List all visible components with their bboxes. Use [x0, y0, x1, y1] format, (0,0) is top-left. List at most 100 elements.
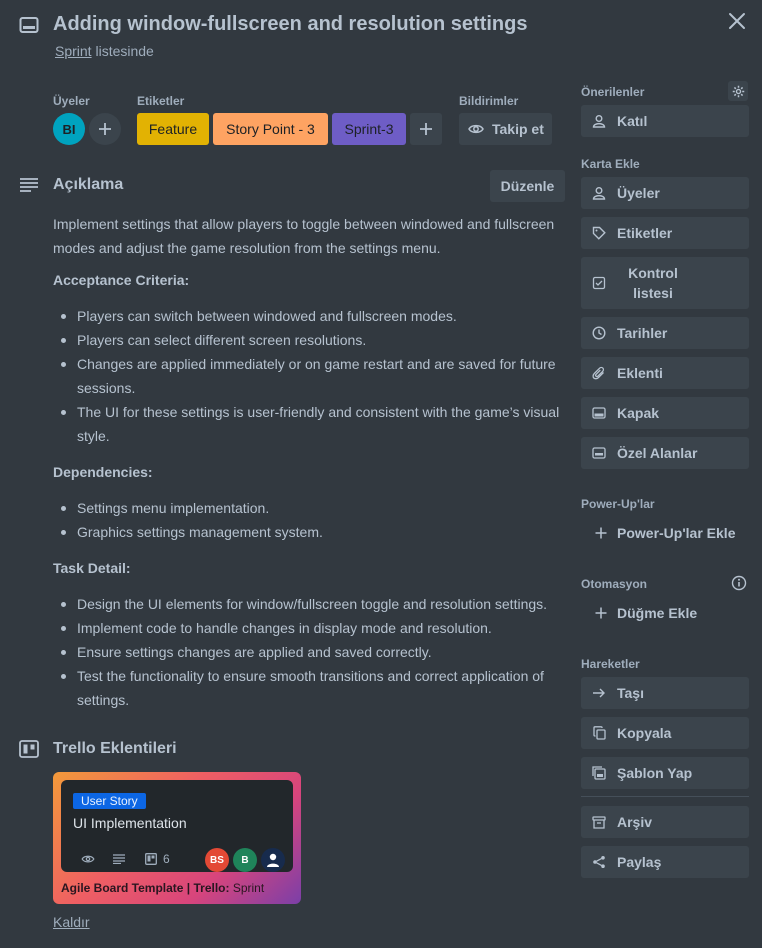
actions-label: Hareketler: [581, 657, 640, 671]
copy-button[interactable]: Kopyala: [581, 717, 749, 749]
description-icon: [19, 177, 39, 193]
linked-card-footer: Agile Board Template | Trello: Sprint: [61, 881, 264, 895]
card-member-avatar: [261, 848, 285, 872]
person-icon: [267, 853, 279, 867]
labels-label: Etiketler: [137, 94, 185, 108]
plus-icon: [593, 605, 609, 621]
join-label: Katıl: [617, 113, 648, 129]
eye-icon: [81, 854, 95, 864]
label-sprint[interactable]: Sprint-3: [332, 113, 406, 145]
plus-icon: [99, 123, 111, 135]
cover-button-label: Kapak: [617, 405, 660, 421]
add-member-button[interactable]: [89, 113, 121, 145]
members-button[interactable]: Üyeler: [581, 177, 749, 209]
copy-icon: [591, 725, 607, 741]
gear-icon: [732, 85, 744, 97]
list-suffix: listesinde: [91, 43, 154, 59]
board-name: Agile Board Template | Trello:: [61, 881, 230, 895]
tag-icon: [591, 225, 607, 241]
list-reference: Sprint listesinde: [55, 43, 154, 59]
cover-icon: [591, 405, 607, 421]
arrow-right-icon: [591, 685, 607, 701]
suggested-label: Önerilenler: [581, 85, 645, 99]
dependencies-list: Settings menu implementation. Graphics s…: [53, 496, 565, 544]
attachment-button-label: Eklenti: [617, 365, 663, 381]
add-button-button[interactable]: Düğme Ekle: [581, 597, 749, 629]
user-story-badge: User Story: [73, 793, 146, 809]
card-title[interactable]: Adding window-fullscreen and resolution …: [53, 13, 527, 36]
card-member-avatar: BS: [205, 848, 229, 872]
list-item: Settings menu implementation.: [53, 496, 565, 520]
add-powerups-button[interactable]: Power-Up'lar Ekle: [581, 517, 749, 549]
clock-icon: [591, 325, 607, 341]
add-button-label: Düğme Ekle: [617, 605, 698, 621]
add-to-card-label: Karta Ekle: [581, 157, 640, 171]
make-template-button[interactable]: Şablon Yap: [581, 757, 749, 789]
trello-board-icon: [19, 740, 39, 758]
copy-label: Kopyala: [617, 725, 672, 741]
eye-icon: [468, 123, 484, 135]
members-label: Üyeler: [53, 94, 90, 108]
linked-card-body: User Story UI Implementation 6 BS B: [61, 780, 293, 872]
description-intro: Implement settings that allow players to…: [53, 216, 555, 256]
linked-card-title: UI Implementation: [73, 815, 187, 831]
checklist-button[interactable]: Kontrol listesi: [581, 257, 749, 309]
custom-fields-button-label: Özel Alanlar: [617, 445, 698, 461]
description-body: Implement settings that allow players to…: [53, 212, 565, 712]
dates-button[interactable]: Tarihler: [581, 317, 749, 349]
info-icon[interactable]: [731, 575, 747, 591]
divider: [581, 796, 749, 797]
custom-fields-button[interactable]: Özel Alanlar: [581, 437, 749, 469]
watch-button[interactable]: Takip et: [459, 113, 552, 145]
plus-icon: [420, 123, 432, 135]
description-heading: Açıklama: [53, 176, 124, 193]
attachment-button[interactable]: Eklenti: [581, 357, 749, 389]
share-button[interactable]: Paylaş: [581, 846, 749, 878]
list-item: Test the functionality to ensure smooth …: [53, 664, 565, 712]
edit-description-button[interactable]: Düzenle: [490, 170, 565, 202]
member-avatar[interactable]: BI: [53, 113, 85, 145]
section-heading: Task Detail:: [53, 560, 131, 576]
custom-fields-icon: [591, 445, 607, 461]
add-label-button[interactable]: [410, 113, 442, 145]
card-icon: [19, 15, 39, 35]
checklist-button-label: Kontrol listesi: [628, 265, 678, 301]
card-member-avatar: B: [233, 848, 257, 872]
cover-button[interactable]: Kapak: [581, 397, 749, 429]
move-label: Taşı: [617, 685, 644, 701]
paperclip-icon: [591, 365, 607, 381]
checklist-board-icon: [145, 853, 157, 865]
join-button[interactable]: Katıl: [581, 105, 749, 137]
labels-button[interactable]: Etiketler: [581, 217, 749, 249]
close-icon: [729, 13, 745, 29]
acceptance-list: Players can switch between windowed and …: [53, 304, 565, 448]
addons-heading: Trello Eklentileri: [53, 740, 177, 757]
list-item: Ensure settings changes are applied and …: [53, 640, 565, 664]
dates-button-label: Tarihler: [617, 325, 668, 341]
list-item: Implement code to handle changes in disp…: [53, 616, 565, 640]
list-item: Changes are applied immediately or on ga…: [53, 352, 565, 400]
linked-card[interactable]: User Story UI Implementation 6 BS B Agil…: [53, 772, 301, 904]
checklist-icon: [591, 275, 607, 291]
archive-button[interactable]: Arşiv: [581, 806, 749, 838]
remove-addon-link[interactable]: Kaldır: [53, 914, 90, 930]
members-button-label: Üyeler: [617, 185, 660, 201]
settings-button[interactable]: [728, 81, 748, 101]
labels-button-label: Etiketler: [617, 225, 673, 241]
list-item: The UI for these settings is user-friend…: [53, 400, 565, 448]
person-icon: [591, 185, 607, 201]
checklist-count: 6: [163, 852, 170, 866]
automation-label: Otomasyon: [581, 577, 648, 591]
task-detail-list: Design the UI elements for window/fullsc…: [53, 592, 565, 712]
description-icon: [113, 854, 125, 864]
move-button[interactable]: Taşı: [581, 677, 749, 709]
list-link[interactable]: Sprint: [55, 43, 92, 59]
list-item: Graphics settings management system.: [53, 520, 565, 544]
list-item: Players can select different screen reso…: [53, 328, 565, 352]
close-button[interactable]: [724, 8, 750, 34]
add-powerups-label: Power-Up'lar Ekle: [617, 525, 736, 541]
list-item: Design the UI elements for window/fullsc…: [53, 592, 565, 616]
make-template-label: Şablon Yap: [617, 765, 693, 781]
label-story-point[interactable]: Story Point - 3: [213, 113, 328, 145]
label-feature[interactable]: Feature: [137, 113, 209, 145]
